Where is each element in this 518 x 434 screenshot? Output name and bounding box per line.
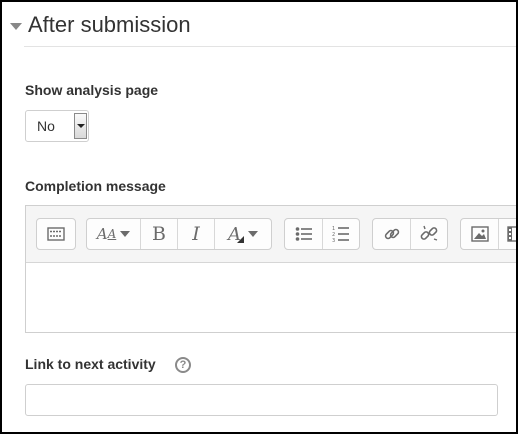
help-icon[interactable]: ? [175, 357, 191, 373]
toolbar-group-lists: 1 2 3 [284, 218, 360, 250]
show-analysis-select[interactable]: No [25, 110, 89, 142]
next-activity-field[interactable] [25, 384, 498, 416]
font-size-icon-small: A [107, 227, 117, 241]
toolbar-group-links [372, 218, 448, 250]
link-icon [384, 228, 399, 240]
unordered-list-button[interactable] [285, 219, 323, 249]
svg-text:3: 3 [332, 238, 335, 243]
font-size-button[interactable]: A A [87, 219, 141, 249]
media-button[interactable] [499, 219, 516, 249]
section-header-after-submission[interactable]: After submission [10, 10, 191, 40]
editor-toolbar: A A B I A 1 2 3 [26, 206, 516, 263]
show-analysis-value: No [37, 118, 55, 134]
collapse-caret-icon[interactable] [10, 22, 22, 30]
completion-message-label: Completion message [25, 178, 166, 194]
unlink-icon [420, 225, 438, 241]
font-color-icon: A [228, 223, 241, 245]
section-divider [24, 46, 516, 47]
toolbar-toggle-button[interactable] [37, 219, 75, 249]
next-activity-label: Link to next activity [25, 356, 156, 372]
bullet-list-icon [295, 227, 312, 241]
font-size-icon: A [96, 225, 108, 243]
chevron-down-icon [248, 231, 258, 237]
unlink-button[interactable] [411, 219, 447, 249]
show-analysis-label: Show analysis page [25, 82, 159, 98]
ordered-list-button[interactable]: 1 2 3 [323, 219, 359, 249]
italic-button[interactable]: I [178, 219, 215, 249]
chevron-down-icon [120, 231, 131, 237]
form-panel: After submission Show analysis page No C… [2, 2, 516, 432]
numbered-list-icon: 1 2 3 [332, 226, 349, 243]
image-button[interactable] [461, 219, 499, 249]
link-button[interactable] [373, 219, 411, 249]
toolbar-group-collapse [36, 218, 76, 250]
toolbar-group-media [460, 218, 516, 250]
film-icon [507, 226, 516, 242]
image-icon [470, 226, 489, 242]
dropdown-arrow-icon[interactable] [74, 113, 87, 139]
bold-icon: B [152, 223, 166, 245]
font-color-button[interactable]: A [215, 219, 271, 249]
show-more-buttons-icon [47, 227, 65, 241]
completion-message-editor[interactable]: A A B I A 1 2 3 [25, 205, 516, 333]
editor-content-area[interactable] [26, 263, 516, 332]
section-title: After submission [28, 12, 191, 37]
toolbar-group-style: A A B I A [86, 218, 272, 250]
bold-button[interactable]: B [141, 219, 178, 249]
italic-icon: I [192, 223, 200, 245]
